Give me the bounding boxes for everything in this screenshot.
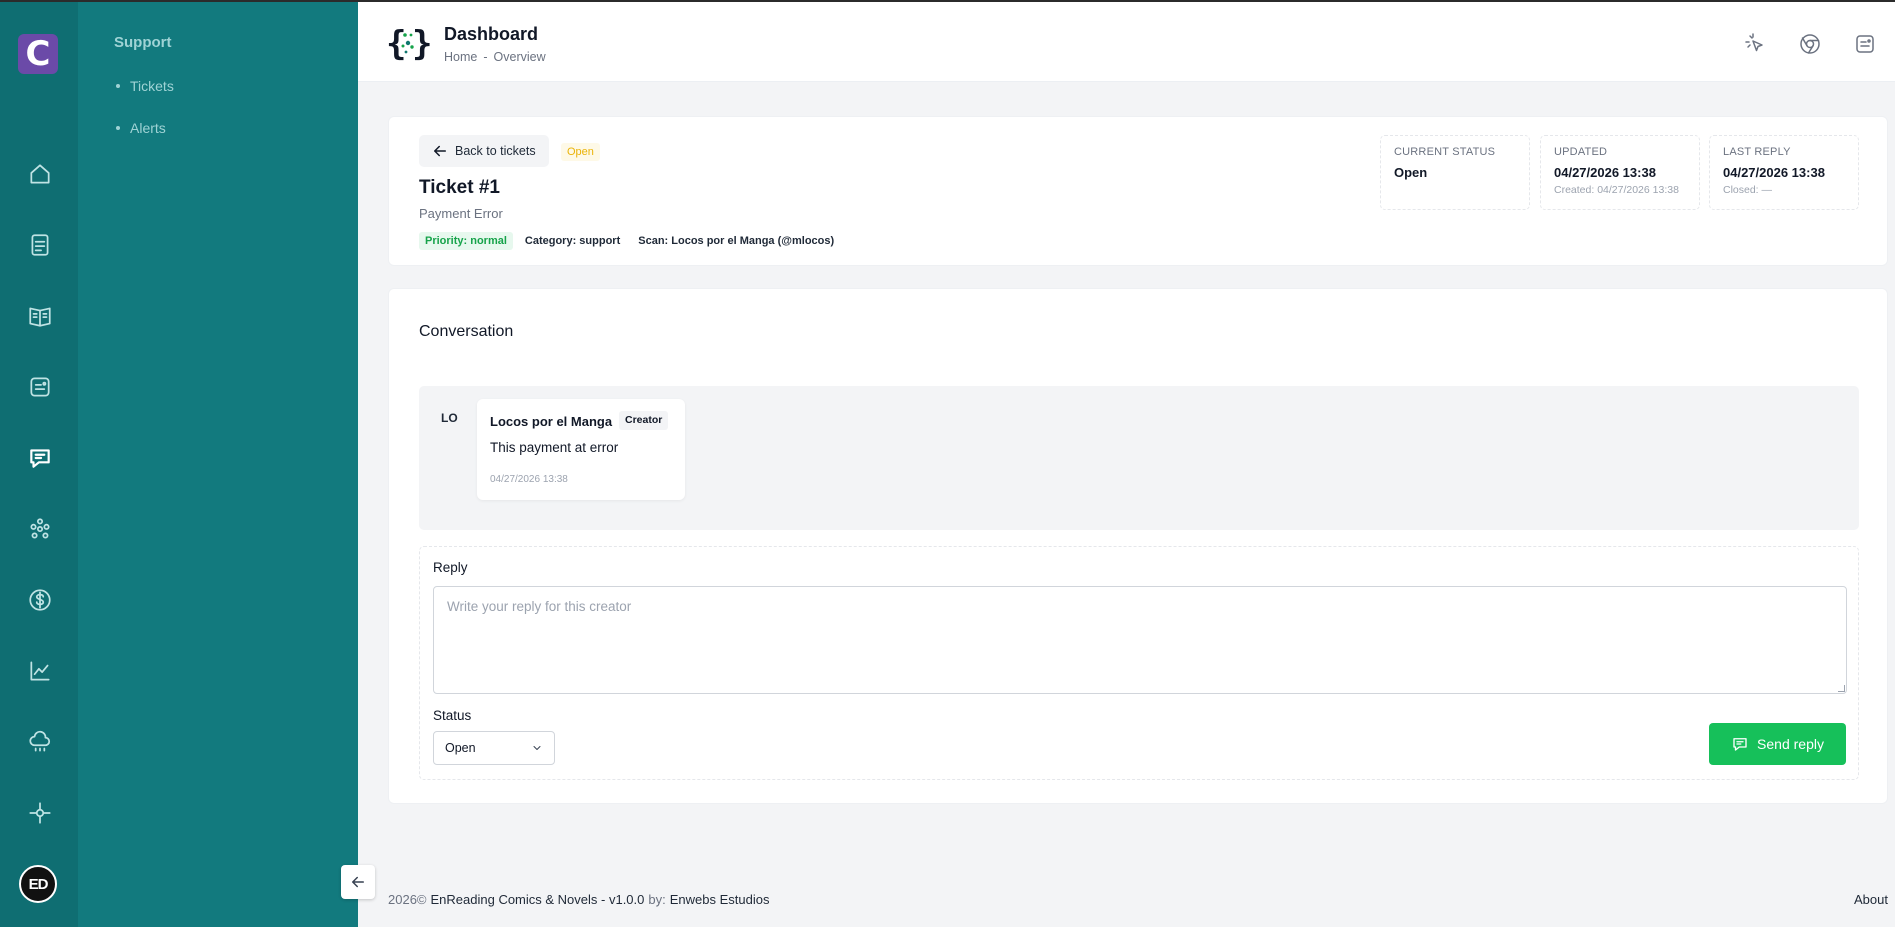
back-button-label: Back to tickets [455,144,536,158]
brand-braces-icon: { } [386,24,430,64]
ticket-icon[interactable] [26,373,54,401]
current-status-box: CURRENT STATUS Open [1380,135,1530,210]
footer-company[interactable]: Enwebs Estudios [670,892,770,907]
icon-rail: C ED [0,0,78,927]
chart-icon[interactable] [26,657,54,685]
chevron-down-icon [533,746,541,750]
stat-label: UPDATED [1554,146,1608,158]
arrow-left-icon [352,876,364,888]
chat-icon[interactable] [26,444,54,472]
ticket-summary-card: Back to tickets Open Ticket #1 Payment E… [388,116,1888,266]
category-tag: Category: support [524,235,621,247]
send-reply-button[interactable]: Send reply [1709,723,1846,765]
breadcrumb: Home - Overview [444,50,546,64]
notes-icon[interactable] [1851,30,1879,58]
stat-subtext: Closed: — [1723,184,1773,196]
bullet-dot [116,84,120,88]
cursor-click-icon[interactable] [1741,30,1769,58]
conversation-title: Conversation [419,323,514,340]
breadcrumb-home[interactable]: Home [444,50,477,64]
support-submenu: Support Tickets Alerts [78,0,358,927]
submenu-item-label: Alerts [130,120,166,136]
footer-by: by: [648,892,666,907]
updated-box: UPDATED 04/27/2026 13:38 Created: 04/27/… [1540,135,1700,210]
message-icon [1733,738,1747,751]
stat-label: CURRENT STATUS [1394,146,1496,158]
arrow-left-icon [434,145,446,157]
chrome-icon[interactable] [1796,30,1824,58]
status-select-value: Open [445,741,476,755]
send-reply-label: Send reply [1757,736,1824,752]
ticket-subject: Payment Error [419,206,503,221]
document-icon[interactable] [26,231,54,259]
submenu-item-label: Tickets [130,78,174,94]
resize-handle[interactable] [1838,685,1845,692]
svg-text:{: { [386,24,406,64]
status-select[interactable]: Open [433,731,555,765]
page-title: Dashboard [444,24,539,44]
footer-year: 2026© [388,892,427,907]
app-logo[interactable]: C [18,34,58,74]
conversation-card: Conversation LO Locos por el Manga Creat… [388,288,1888,804]
breadcrumb-overview[interactable]: Overview [494,50,546,64]
collapse-sidebar-button[interactable] [341,865,375,899]
user-initials: ED [28,875,49,893]
user-avatar[interactable]: ED [19,865,57,903]
reply-form: Reply Status Open Send reply [419,546,1859,780]
breadcrumb-separator: - [483,50,488,64]
stat-label: LAST REPLY [1723,146,1791,158]
svg-text:}: } [412,24,430,64]
message-avatar: LO [441,411,458,425]
stat-subtext: Created: 04/27/2026 13:38 [1554,184,1679,196]
footer-about-link[interactable]: About [1854,892,1888,907]
page-header: { } Dashboard Home - Overview [358,2,1895,82]
scan-tag: Scan: Locos por el Manga (@mlocos) [638,235,835,247]
logo-letter: C [25,34,51,74]
users-icon[interactable] [26,515,54,543]
message-timestamp: 04/27/2026 13:38 [490,474,568,485]
footer-product[interactable]: EnReading Comics & Novels - v1.0.0 [431,892,645,907]
status-label: Status [433,708,472,723]
message-text: This payment at error [490,440,619,455]
home-icon[interactable] [26,160,54,188]
bullet-dot [116,126,120,130]
submenu-item-tickets[interactable]: Tickets [116,78,174,94]
settings-icon[interactable] [26,799,54,827]
dollar-icon[interactable] [26,586,54,614]
top-border [0,0,1895,2]
submenu-title: Support [114,34,172,51]
stat-value: 04/27/2026 13:38 [1554,165,1656,180]
message-list: LO Locos por el Manga Creator This payme… [419,386,1859,530]
stat-value: 04/27/2026 13:38 [1723,165,1825,180]
priority-tag: Priority: normal [419,232,513,250]
back-to-tickets-button[interactable]: Back to tickets [419,135,549,167]
status-badge: Open [561,143,600,161]
reply-textarea[interactable] [433,586,1847,694]
cloud-icon[interactable] [26,728,54,756]
stat-value: Open [1394,165,1428,180]
ticket-tags: Priority: normal Category: support Scan:… [419,232,840,250]
last-reply-box: LAST REPLY 04/27/2026 13:38 Closed: — [1709,135,1859,210]
message-bubble: Locos por el Manga Creator This payment … [477,399,685,500]
book-icon[interactable] [26,302,54,330]
message-author: Locos por el Manga [490,414,613,429]
ticket-title: Ticket #1 [419,177,500,198]
submenu-item-alerts[interactable]: Alerts [116,120,166,136]
role-badge: Creator [619,411,669,430]
page-footer: 2026© EnReading Comics & Novels - v1.0.0… [388,892,1888,907]
reply-label: Reply [433,560,468,575]
